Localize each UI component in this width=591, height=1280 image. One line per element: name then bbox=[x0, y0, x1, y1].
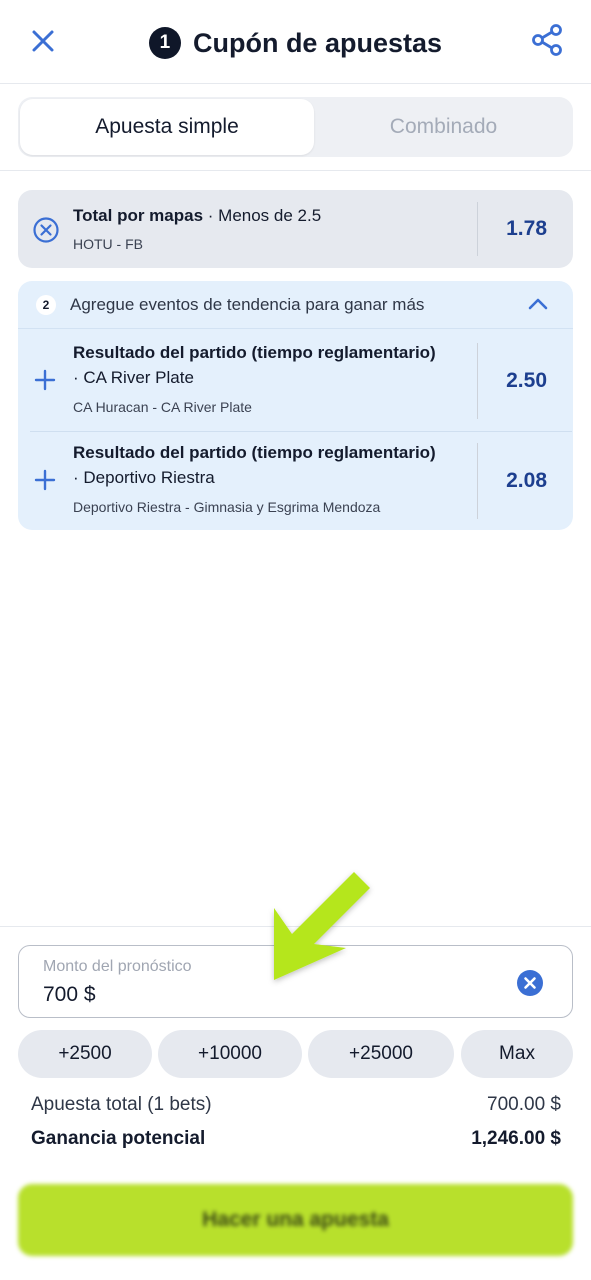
trending-count: 2 bbox=[36, 295, 56, 315]
odds-separator bbox=[477, 443, 478, 519]
clear-input-icon[interactable] bbox=[516, 969, 544, 997]
trending-market: Resultado del partido (tiempo reglamenta… bbox=[73, 443, 436, 462]
trending-event: Deportivo Riestra - Gimnasia y Esgrima M… bbox=[73, 499, 381, 515]
stake-label: Monto del pronóstico bbox=[43, 958, 192, 975]
trending-odds: 2.08 bbox=[506, 469, 547, 492]
trending-events-panel: 2 Agregue eventos de tendencia para gana… bbox=[18, 281, 573, 530]
selected-bet-card: Total por mapas · Menos de 2.5 HOTU - FB… bbox=[18, 190, 573, 268]
trending-market: Resultado del partido (tiempo reglamenta… bbox=[73, 343, 436, 362]
total-stake-value: 700.00 $ bbox=[487, 1094, 561, 1115]
chevron-up-icon[interactable] bbox=[527, 295, 549, 313]
plus-icon[interactable] bbox=[34, 369, 56, 391]
tab-single-bet[interactable]: Apuesta simple bbox=[20, 99, 314, 155]
trending-header[interactable]: 2 Agregue eventos de tendencia para gana… bbox=[18, 281, 573, 329]
quick-amount-button[interactable]: +2500 bbox=[18, 1030, 152, 1078]
page-title: Cupón de apuestas bbox=[192, 27, 443, 58]
potential-gain-label: Ganancia potencial bbox=[31, 1128, 206, 1149]
bet-selection: · Menos de 2.5 bbox=[203, 206, 322, 225]
bet-count-badge: 1 bbox=[148, 27, 181, 59]
trending-selection: · CA River Plate bbox=[73, 368, 194, 387]
share-icon[interactable] bbox=[530, 22, 566, 58]
trending-item[interactable]: Resultado del partido (tiempo reglamenta… bbox=[18, 331, 573, 431]
header: 1 Cupón de apuestas bbox=[0, 0, 591, 84]
plus-icon[interactable] bbox=[34, 469, 56, 491]
trending-item[interactable]: Resultado del partido (tiempo reglamenta… bbox=[18, 431, 573, 531]
potential-gain-value: 1,246.00 $ bbox=[471, 1128, 561, 1149]
title-wrap: 1 Cupón de apuestas bbox=[0, 24, 591, 62]
bet-type-tabs: Apuesta simple Combinado bbox=[18, 97, 573, 157]
max-amount-button[interactable]: Max bbox=[461, 1030, 573, 1078]
pointer-arrow-icon bbox=[258, 866, 378, 992]
divider bbox=[0, 170, 591, 171]
bet-market: Total por mapas bbox=[73, 206, 204, 225]
potential-gain-row: Ganancia potencial 1,246.00 $ bbox=[31, 1128, 561, 1150]
trending-text: Agregue eventos de tendencia para ganar … bbox=[70, 295, 425, 314]
quick-amount-button[interactable]: +25000 bbox=[308, 1030, 454, 1078]
total-stake-row: Apuesta total (1 bets) 700.00 $ bbox=[31, 1094, 561, 1116]
stake-value[interactable]: 700 $ bbox=[43, 983, 96, 1007]
place-bet-button[interactable]: Hacer una apuesta bbox=[18, 1184, 573, 1256]
trending-odds: 2.50 bbox=[506, 369, 547, 392]
bet-odds: 1.78 bbox=[506, 217, 547, 240]
total-stake-label: Apuesta total (1 bets) bbox=[31, 1094, 212, 1115]
remove-bet-icon[interactable] bbox=[32, 216, 60, 244]
tab-combined[interactable]: Combinado bbox=[314, 97, 573, 157]
odds-separator bbox=[477, 343, 478, 419]
trending-selection: · Deportivo Riestra bbox=[73, 468, 215, 487]
bet-title: Total por mapas · Menos de 2.5 bbox=[73, 206, 321, 226]
odds-separator bbox=[477, 202, 478, 256]
trending-event: CA Huracan - CA River Plate bbox=[73, 399, 252, 415]
quick-amount-button[interactable]: +10000 bbox=[158, 1030, 302, 1078]
bet-event: HOTU - FB bbox=[73, 236, 143, 252]
